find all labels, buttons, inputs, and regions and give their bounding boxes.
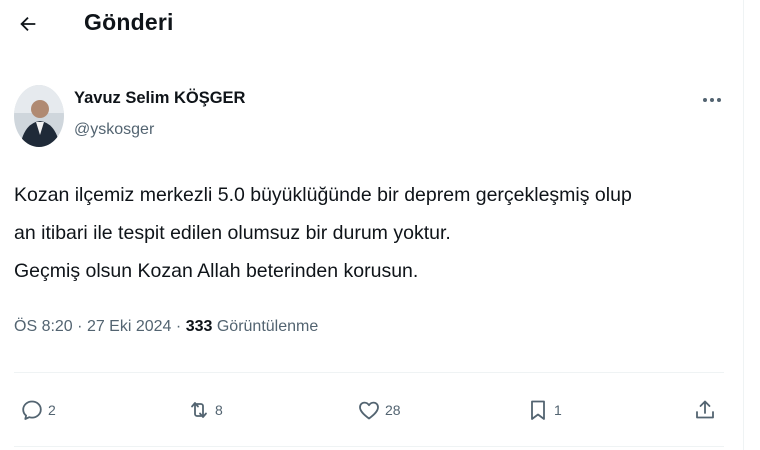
views-label: Görüntülenme <box>216 318 319 335</box>
like-count: 28 <box>385 402 401 418</box>
retweet-count: 8 <box>215 402 223 418</box>
tweet-text: Kozan ilçemiz merkezli 5.0 büyüklüğünde … <box>14 176 724 290</box>
retweet-button[interactable]: 8 <box>187 394 223 426</box>
arrow-left-icon <box>20 16 36 32</box>
meta-separator: · <box>175 318 182 335</box>
like-button[interactable]: 28 <box>357 394 401 426</box>
tweet-line: Geçmiş olsun Kozan Allah beterinden koru… <box>14 260 419 282</box>
page-header: Gönderi <box>0 0 744 48</box>
share-icon <box>696 400 714 419</box>
reply-button[interactable]: 2 <box>20 394 56 426</box>
author-name[interactable]: Yavuz Selim KÖŞGER <box>74 89 245 108</box>
post-page: Gönderi Yavuz Selim KÖŞGER @yskosger Koz… <box>0 0 744 450</box>
avatar[interactable] <box>14 85 64 147</box>
share-button[interactable] <box>693 394 717 426</box>
tweet-meta: ÖS 8:20 · 27 Eki 2024 · 333 Görüntülenme <box>14 318 318 336</box>
tweet-line: an itibari ile tespit edilen olumsuz bir… <box>14 222 451 244</box>
page-title: Gönderi <box>84 9 174 35</box>
author-handle[interactable]: @yskosger <box>74 121 154 139</box>
divider <box>14 372 724 373</box>
tweet-date[interactable]: 27 Eki 2024 <box>87 318 172 335</box>
heart-icon <box>359 401 379 420</box>
reply-icon <box>22 400 42 420</box>
bookmark-count: 1 <box>554 402 562 418</box>
divider <box>14 446 724 447</box>
tweet-time[interactable]: ÖS 8:20 <box>14 318 73 335</box>
more-horizontal-icon <box>703 98 721 102</box>
more-options-button[interactable] <box>698 88 726 112</box>
views-count: 333 <box>185 318 213 335</box>
bookmark-button[interactable]: 1 <box>526 394 562 426</box>
reply-count: 2 <box>48 402 56 418</box>
tweet-line: Kozan ilçemiz merkezli 5.0 büyüklüğünde … <box>14 184 632 206</box>
meta-separator: · <box>77 318 83 335</box>
bookmark-icon <box>531 400 545 420</box>
retweet-icon <box>191 402 207 418</box>
back-button[interactable] <box>14 10 42 38</box>
